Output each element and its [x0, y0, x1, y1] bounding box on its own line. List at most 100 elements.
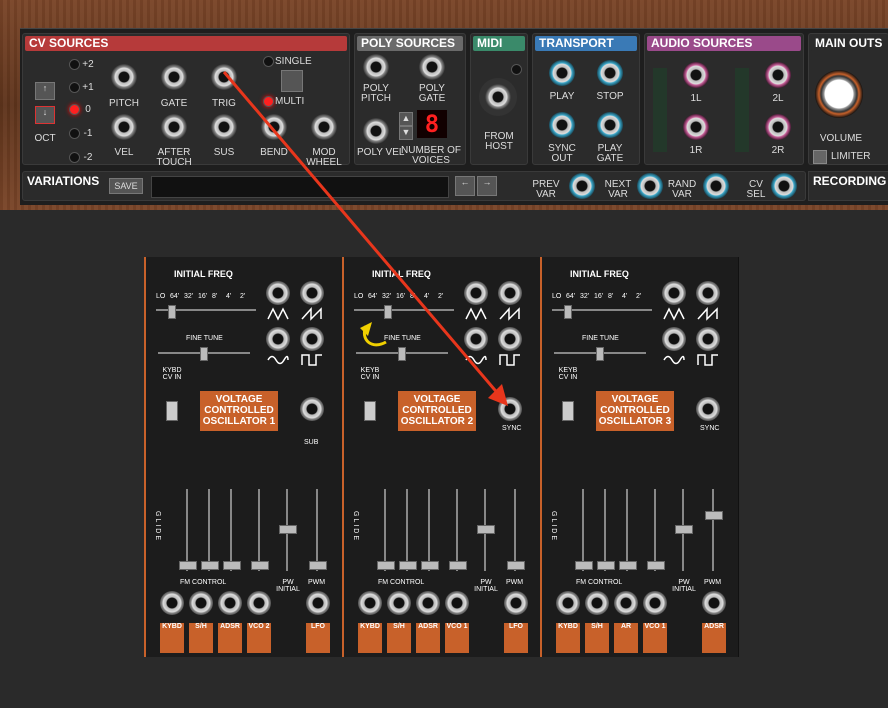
kybd-switch[interactable] — [562, 401, 574, 421]
fader-knob[interactable] — [675, 525, 693, 534]
fader-knob[interactable] — [477, 525, 495, 534]
play-gate-jack[interactable] — [597, 112, 623, 138]
fader-knob[interactable] — [377, 561, 395, 570]
fine-tune-knob[interactable] — [596, 347, 604, 361]
fm-input-jack[interactable] — [189, 591, 213, 615]
fader-knob[interactable] — [647, 561, 665, 570]
oct-led-plus1[interactable] — [69, 82, 80, 93]
waveform-output-jack[interactable] — [662, 327, 686, 351]
sync-out-jack[interactable] — [549, 112, 575, 138]
oct-led-minus1[interactable] — [69, 128, 80, 139]
fader-knob[interactable] — [507, 561, 525, 570]
waveform-output-jack[interactable] — [464, 327, 488, 351]
pwm-input-jack[interactable] — [504, 591, 528, 615]
voices-up-button[interactable]: ▲ — [399, 112, 413, 126]
fm-input-jack[interactable] — [585, 591, 609, 615]
fader-knob[interactable] — [251, 561, 269, 570]
prev-variation-arrow[interactable]: ← — [455, 176, 475, 196]
fader-knob[interactable] — [179, 561, 197, 570]
rand-var-jack[interactable] — [703, 173, 729, 199]
poly-pitch-jack[interactable] — [363, 54, 389, 80]
fm-input-jack[interactable] — [556, 591, 580, 615]
waveform-output-jack[interactable] — [300, 281, 324, 305]
kybd-switch[interactable] — [364, 401, 376, 421]
save-button[interactable]: SAVE — [109, 178, 143, 194]
cv-sel-jack[interactable] — [771, 173, 797, 199]
pwm-input-jack[interactable] — [306, 591, 330, 615]
fader-knob[interactable] — [575, 561, 593, 570]
kybd-switch[interactable] — [166, 401, 178, 421]
sync-jack[interactable] — [498, 397, 522, 421]
modwheel-jack[interactable] — [311, 114, 337, 140]
gate-jack[interactable] — [161, 64, 187, 90]
sync-jack[interactable] — [696, 397, 720, 421]
fm-input-jack[interactable] — [358, 591, 382, 615]
fm-input-jack[interactable] — [387, 591, 411, 615]
range-knob[interactable] — [564, 305, 572, 319]
fm-input-jack[interactable] — [416, 591, 440, 615]
fm-input-jack[interactable] — [160, 591, 184, 615]
waveform-output-jack[interactable] — [464, 281, 488, 305]
fm-input-jack[interactable] — [247, 591, 271, 615]
fm-input-jack[interactable] — [218, 591, 242, 615]
vel-jack[interactable] — [111, 114, 137, 140]
volume-knob[interactable] — [815, 70, 863, 118]
waveform-output-jack[interactable] — [266, 281, 290, 305]
fader-knob[interactable] — [201, 561, 219, 570]
voices-down-button[interactable]: ▼ — [399, 126, 413, 140]
trig-jack[interactable] — [211, 64, 237, 90]
waveform-output-jack[interactable] — [300, 327, 324, 351]
oct-up-button[interactable]: ↑ — [35, 82, 55, 100]
next-variation-arrow[interactable]: → — [477, 176, 497, 196]
fader-knob[interactable] — [279, 525, 297, 534]
waveform-output-jack[interactable] — [696, 281, 720, 305]
limiter-checkbox[interactable] — [813, 150, 827, 164]
pitch-jack[interactable] — [111, 64, 137, 90]
fine-tune-knob[interactable] — [200, 347, 208, 361]
midi-din-jack[interactable] — [479, 78, 517, 116]
audio-2l-jack[interactable] — [765, 62, 791, 88]
variation-name-field[interactable] — [151, 176, 449, 198]
fm-input-jack[interactable] — [643, 591, 667, 615]
range-knob[interactable] — [384, 305, 392, 319]
fader-knob[interactable] — [597, 561, 615, 570]
sus-jack[interactable] — [211, 114, 237, 140]
stop-jack[interactable] — [597, 60, 623, 86]
prev-var-jack[interactable] — [569, 173, 595, 199]
waveform-output-jack[interactable] — [498, 327, 522, 351]
range-knob[interactable] — [168, 305, 176, 319]
poly-vel-jack[interactable] — [363, 118, 389, 144]
fader-knob[interactable] — [223, 561, 241, 570]
play-jack[interactable] — [549, 60, 575, 86]
waveform-output-jack[interactable] — [662, 281, 686, 305]
fader-knob[interactable] — [309, 561, 327, 570]
fm-input-jack[interactable] — [614, 591, 638, 615]
audio-1r-jack[interactable] — [683, 114, 709, 140]
fader-knob[interactable] — [421, 561, 439, 570]
pwm-input-jack[interactable] — [702, 591, 726, 615]
waveform-output-jack[interactable] — [498, 281, 522, 305]
multi-led[interactable] — [263, 96, 274, 107]
oct-led-plus2[interactable] — [69, 59, 80, 70]
aftertouch-jack[interactable] — [161, 114, 187, 140]
oct-led-0[interactable] — [69, 104, 80, 115]
fader-knob[interactable] — [399, 561, 417, 570]
sub-jack[interactable] — [300, 397, 324, 421]
single-led[interactable] — [263, 56, 274, 67]
waveform-output-jack[interactable] — [266, 327, 290, 351]
fader-knob[interactable] — [449, 561, 467, 570]
trig-mode-switch[interactable] — [281, 70, 303, 92]
range-selector[interactable] — [354, 309, 454, 311]
fader-knob[interactable] — [619, 561, 637, 570]
audio-1l-jack[interactable] — [683, 62, 709, 88]
poly-gate-jack[interactable] — [419, 54, 445, 80]
fader-knob[interactable] — [705, 511, 723, 520]
oct-down-button[interactable]: ↓ — [35, 106, 55, 124]
audio-2r-jack[interactable] — [765, 114, 791, 140]
fm-input-jack[interactable] — [445, 591, 469, 615]
bend-jack[interactable] — [261, 114, 287, 140]
oct-led-minus2[interactable] — [69, 152, 80, 163]
next-var-jack[interactable] — [637, 173, 663, 199]
waveform-output-jack[interactable] — [696, 327, 720, 351]
fine-tune-knob[interactable] — [398, 347, 406, 361]
